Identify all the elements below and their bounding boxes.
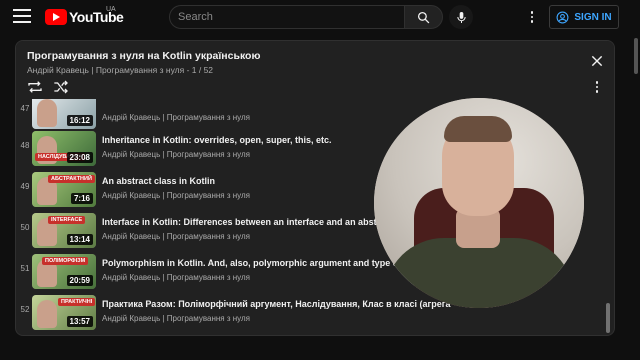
video-duration: 13:14 bbox=[66, 234, 93, 245]
video-title[interactable]: An abstract class in Kotlin bbox=[102, 176, 215, 186]
playlist-more-icon[interactable] bbox=[594, 81, 600, 93]
video-duration: 16:12 bbox=[66, 115, 93, 126]
sign-in-label: SIGN IN bbox=[574, 11, 612, 23]
item-meta[interactable]: Андрій Кравець | Програмування з нуля bbox=[102, 150, 250, 159]
item-meta[interactable]: Андрій Кравець | Програмування з нуля bbox=[102, 191, 250, 200]
webcam-overlay bbox=[374, 98, 584, 308]
youtube-logo-icon bbox=[45, 9, 67, 25]
mic-icon bbox=[456, 11, 466, 23]
thumbnail-tag: АБСТРАКТНИЙ bbox=[48, 175, 95, 183]
webcam-presenter-hair bbox=[444, 116, 512, 142]
item-meta[interactable]: Андрій Кравець | Програмування з нуля bbox=[102, 113, 250, 122]
item-meta[interactable]: Андрій Кравець | Програмування з нуля bbox=[102, 273, 250, 282]
video-duration: 7:16 bbox=[70, 193, 93, 204]
thumbnail-tag: ПОЛІМОРФІЗМ bbox=[42, 257, 89, 265]
loop-icon[interactable] bbox=[27, 80, 43, 94]
sign-in-button[interactable]: SIGN IN bbox=[549, 5, 619, 29]
account-icon bbox=[556, 11, 569, 23]
thumbnail-tag: INTERFACE bbox=[48, 216, 86, 224]
region-label: UA bbox=[106, 6, 116, 13]
video-thumbnail[interactable]: ПРАКТИЧНІ 13:57 bbox=[32, 295, 96, 330]
playlist-title[interactable]: Програмування з нуля на Kotlin українськ… bbox=[27, 50, 260, 62]
video-title[interactable]: Polymorphism in Kotlin. And, also, polym… bbox=[102, 258, 413, 268]
search-input[interactable] bbox=[178, 6, 404, 28]
playlist-scrollbar[interactable] bbox=[606, 303, 610, 333]
search-icon bbox=[417, 11, 430, 23]
presenter-thumbnail bbox=[37, 99, 57, 127]
settings-more-icon[interactable] bbox=[524, 8, 540, 26]
video-duration: 20:59 bbox=[66, 275, 93, 286]
video-thumbnail[interactable]: ПОЛІМОРФІЗМ 20:59 bbox=[32, 254, 96, 289]
webcam-presenter-body bbox=[384, 238, 574, 308]
video-title[interactable]: Interface in Kotlin: Differences between… bbox=[102, 217, 393, 227]
close-icon[interactable] bbox=[590, 54, 604, 68]
video-thumbnail[interactable]: НАСЛІДУВАННЯ 23:08 bbox=[32, 131, 96, 166]
page-scrollbar[interactable] bbox=[634, 38, 638, 74]
item-meta[interactable]: Андрій Кравець | Програмування з нуля bbox=[102, 314, 250, 323]
presenter-thumbnail bbox=[37, 300, 57, 328]
shuffle-icon[interactable] bbox=[53, 80, 69, 94]
menu-icon[interactable] bbox=[13, 9, 31, 25]
video-duration: 23:08 bbox=[66, 152, 93, 163]
video-title[interactable]: Inheritance in Kotlin: overrides, open, … bbox=[102, 135, 332, 145]
thumbnail-tag: ПРАКТИЧНІ bbox=[58, 298, 96, 306]
video-thumbnail[interactable]: АБСТРАКТНИЙ 7:16 bbox=[32, 172, 96, 207]
video-duration: 13:57 bbox=[66, 316, 93, 327]
voice-search-button[interactable] bbox=[449, 5, 473, 29]
playlist-subtitle: Андрій Кравець | Програмування з нуля - … bbox=[27, 65, 214, 75]
video-thumbnail[interactable]: INTERFACE 13:14 bbox=[32, 213, 96, 248]
video-thumbnail[interactable]: 16:12 bbox=[32, 99, 96, 129]
search-button[interactable] bbox=[404, 5, 443, 29]
search-box bbox=[169, 5, 404, 29]
item-meta[interactable]: Андрій Кравець | Програмування з нуля bbox=[102, 232, 250, 241]
playlist-header: Програмування з нуля на Kotlin українськ… bbox=[16, 41, 614, 99]
top-bar: YouTube UA SIGN IN bbox=[0, 0, 640, 34]
